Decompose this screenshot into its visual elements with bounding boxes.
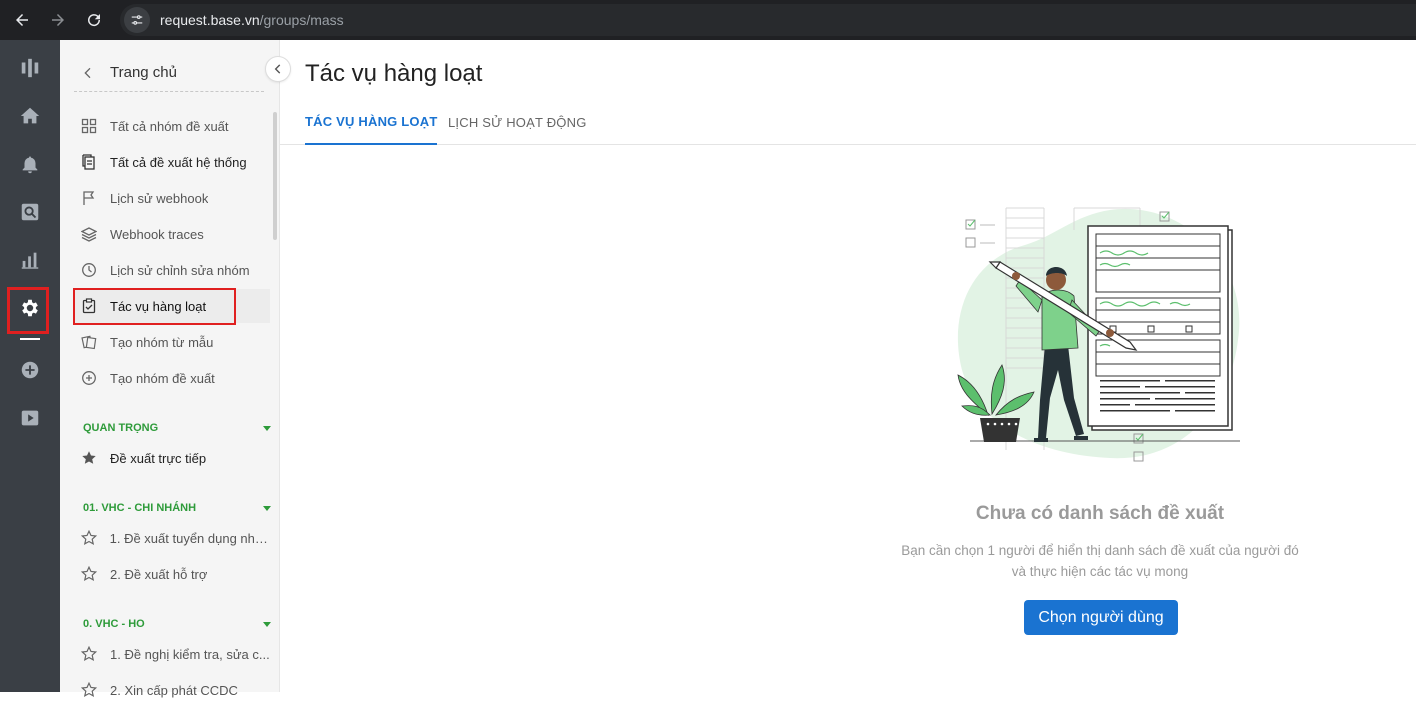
back-arrow-icon[interactable] <box>4 2 40 38</box>
sidebar-item-webhook-history[interactable]: Lịch sử webhook <box>74 181 270 215</box>
star-outline-icon[interactable] <box>78 679 100 701</box>
sidebar-item-inspection-request[interactable]: 1. Đề nghị kiểm tra, sửa c... <box>74 637 270 671</box>
empty-state-title: Chưa có danh sách đề xuất <box>975 503 1225 524</box>
main-content: Tác vụ hàng loạt TÁC VỤ HÀNG LOẠT LỊCH S… <box>280 40 1416 692</box>
url-path: /groups/mass <box>259 12 344 28</box>
sidebar-item-label: Tạo nhóm từ mẫu <box>110 334 214 350</box>
sidebar-item-recruitment-request[interactable]: 1. Đề xuất tuyển dụng nhâ... <box>74 521 270 555</box>
app-rail <box>0 40 60 692</box>
empty-state-description: Bạn cần chọn 1 người để hiển thị danh sá… <box>880 540 1320 582</box>
chevron-left-icon[interactable] <box>76 65 100 81</box>
sidebar-item-label: Tất cả đề xuất hệ thống <box>110 154 247 170</box>
sidebar-item-label: Tạo nhóm đề xuất <box>110 370 215 386</box>
star-outline-icon[interactable] <box>78 527 100 549</box>
address-bar[interactable]: request.base.vn/groups/mass <box>120 4 1416 36</box>
empty-state-illustration <box>957 207 1240 462</box>
sidebar-item-all-system-requests[interactable]: Tất cả đề xuất hệ thống <box>74 145 270 179</box>
active-indicator <box>20 338 40 340</box>
sidebar-item-webhook-traces[interactable]: Webhook traces <box>74 217 270 251</box>
sidebar-scrollbar[interactable] <box>273 112 277 240</box>
empty-state-desc-line2: và thực hiện các tác vụ mong <box>1011 564 1189 579</box>
site-settings-icon[interactable] <box>124 7 150 33</box>
tab-activity-history[interactable]: LỊCH SỬ HOẠT ĐỘNG <box>448 100 587 145</box>
sidebar-item-group-edit-history[interactable]: Lịch sử chỉnh sửa nhóm <box>74 253 270 287</box>
sidebar-item-label: 1. Đề nghị kiểm tra, sửa c... <box>110 646 270 662</box>
sidebar-item-create-group[interactable]: Tạo nhóm đề xuất <box>74 361 270 395</box>
sidebar-item-all-groups[interactable]: Tất cả nhóm đề xuất <box>74 109 270 143</box>
tab-bar: TÁC VỤ HÀNG LOẠT LỊCH SỬ HOẠT ĐỘNG <box>280 100 1416 145</box>
clock-icon <box>78 259 100 281</box>
forward-arrow-icon[interactable] <box>40 2 76 38</box>
sidebar-item-label: Đề xuất trực tiếp <box>110 450 207 466</box>
brand-logo-icon[interactable] <box>0 50 60 86</box>
section-title: QUAN TRỌNG <box>83 422 159 434</box>
select-user-button[interactable]: Chọn người dùng <box>1024 600 1178 635</box>
section-title: 0. VHC - HO <box>83 618 145 630</box>
sidebar-item-label: Lịch sử webhook <box>110 190 209 206</box>
caret-down-icon[interactable] <box>263 505 271 511</box>
sidebar-home-link[interactable]: Trang chủ <box>110 64 177 81</box>
sidebar-item-label: 1. Đề xuất tuyển dụng nhâ... <box>109 530 270 546</box>
home-icon[interactable] <box>0 98 60 134</box>
sidebar-header[interactable]: Trang chủ <box>74 54 264 92</box>
browser-toolbar: request.base.vn/groups/mass <box>0 0 1416 40</box>
play-icon[interactable] <box>0 400 60 436</box>
bell-icon[interactable] <box>0 146 60 182</box>
sidebar-item-create-from-template[interactable]: Tạo nhóm từ mẫu <box>74 325 270 359</box>
url-host: request.base.vn <box>160 12 260 28</box>
section-header-vhc-branch[interactable]: 01. VHC - CHI NHÁNH <box>83 499 273 517</box>
search-doc-icon[interactable] <box>0 194 60 230</box>
sidebar-item-label: Tất cả nhóm đề xuất <box>110 118 229 134</box>
section-title: 01. VHC - CHI NHÁNH <box>83 502 197 514</box>
tab-mass-actions[interactable]: TÁC VỤ HÀNG LOẠT <box>305 100 438 145</box>
collapse-sidebar-button[interactable] <box>265 56 291 82</box>
star-filled-icon[interactable] <box>78 447 100 469</box>
caret-down-icon[interactable] <box>263 621 271 627</box>
layers-icon <box>78 223 100 245</box>
url-text[interactable]: request.base.vn/groups/mass <box>160 12 344 28</box>
flag-icon <box>78 187 100 209</box>
sidebar: Trang chủ Tất cả nhóm đề xuất Tất cả đề … <box>60 40 280 698</box>
sidebar-item-support-request[interactable]: 2. Đề xuất hỗ trợ <box>74 557 270 591</box>
star-outline-icon[interactable] <box>78 563 100 585</box>
page-title: Tác vụ hàng loạt <box>305 60 483 87</box>
section-header-important[interactable]: QUAN TRỌNG <box>83 419 273 437</box>
sidebar-item-label: Webhook traces <box>110 226 204 242</box>
grid-icon <box>78 115 100 137</box>
documents-icon <box>78 151 100 173</box>
sidebar-item-tool-issue-request[interactable]: 2. Xin cấp phát CCDC <box>74 673 270 707</box>
reload-icon[interactable] <box>76 2 112 38</box>
caret-down-icon[interactable] <box>263 425 271 431</box>
sidebar-item-label: 2. Đề xuất hỗ trợ <box>110 566 208 582</box>
mass-actions-highlight-box <box>73 288 236 325</box>
bar-chart-icon[interactable] <box>0 242 60 278</box>
section-header-vhc-ho[interactable]: 0. VHC - HO <box>83 615 273 633</box>
cards-icon <box>78 331 100 353</box>
empty-state-desc-line1: Bạn cần chọn 1 người để hiển thị danh sá… <box>901 543 1299 558</box>
sidebar-item-label: 2. Xin cấp phát CCDC <box>110 682 238 698</box>
plus-circle-icon <box>78 367 100 389</box>
star-outline-icon[interactable] <box>78 643 100 665</box>
sidebar-item-label: Lịch sử chỉnh sửa nhóm <box>110 262 250 278</box>
chevron-left-icon <box>274 64 281 74</box>
sidebar-item-direct-request[interactable]: Đề xuất trực tiếp <box>74 441 270 475</box>
gear-highlight-box <box>7 287 49 334</box>
plus-circle-icon[interactable] <box>0 352 60 388</box>
